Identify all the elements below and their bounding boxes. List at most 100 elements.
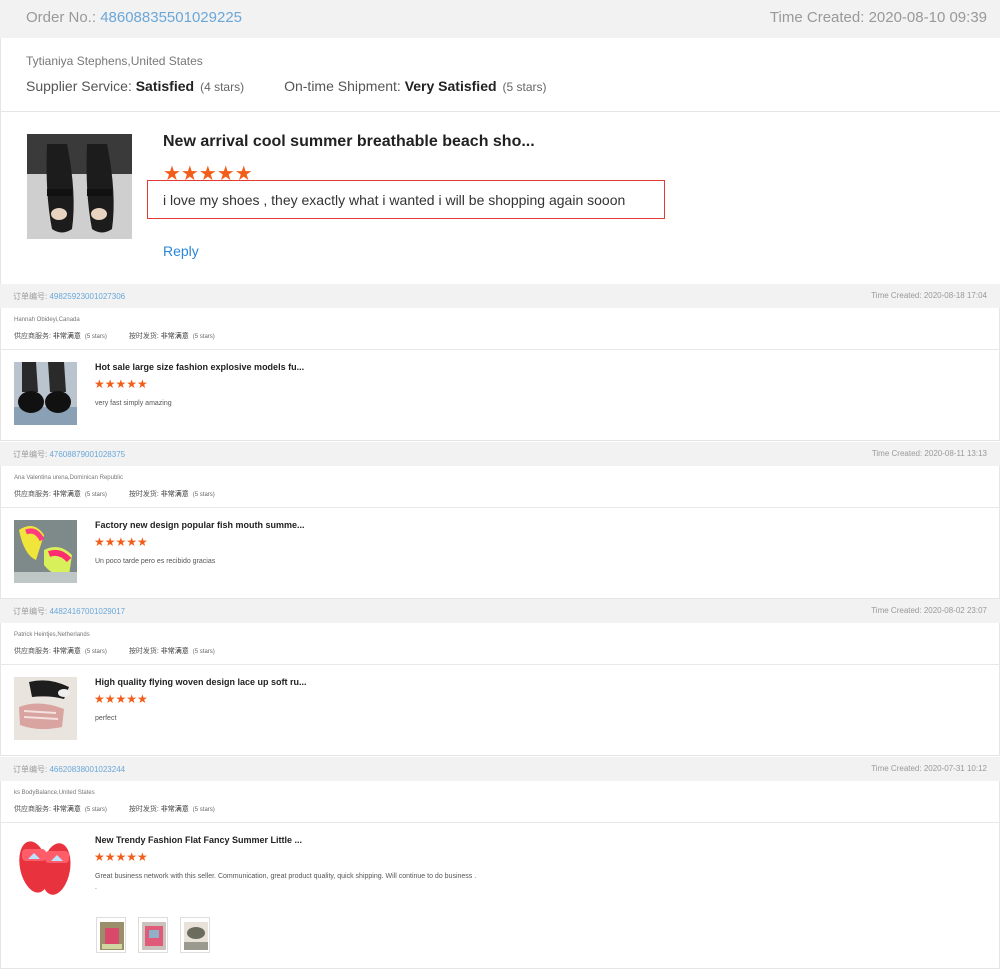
order-label: 订单编号: (13, 292, 50, 301)
product-title[interactable]: New arrival cool summer breathable beach… (163, 133, 535, 151)
shipment-value: Very Satisfied (404, 78, 497, 94)
review-header: 订单编号: 44824167001029017 Time Created: 20… (0, 599, 1000, 623)
review-card: 订单编号: 46620838001023244 Time Created: 20… (0, 757, 1000, 969)
review-comment-highlight: i love my shoes , they exactly what i wa… (147, 180, 665, 219)
time-created: Time Created: 2020-08-18 17:04 (871, 291, 987, 300)
review-card: 订单编号: 47608879001028375 Time Created: 20… (0, 442, 1000, 599)
supplier-service-value: 非常满意 (52, 806, 81, 813)
shipment-label: 按时发货: (128, 333, 161, 340)
order-number-row: 订单编号: 49825923001027306 (13, 291, 125, 302)
order-label: Order No.: (26, 9, 101, 26)
review-header: 订单编号: 46620838001023244 Time Created: 20… (0, 757, 1000, 781)
supplier-service-stars: (5 stars) (84, 807, 107, 813)
rating-stars: ★★★★★ (94, 535, 148, 549)
product-title[interactable]: Hot sale large size fashion explosive mo… (95, 362, 304, 372)
shipment-label: 按时发货: (128, 491, 161, 498)
product-title[interactable]: Factory new design popular fish mouth su… (95, 520, 305, 530)
shipment-label: 按时发货: (128, 806, 161, 813)
shipment-stars: (5 stars) (502, 80, 547, 94)
supplier-service-stars: (5 stars) (84, 492, 107, 498)
supplier-service-label: 供应商服务: (14, 333, 53, 340)
review-body: Factory new design popular fish mouth su… (0, 508, 1000, 599)
buyer-info: Ana Valentina urena,Dominican Republic 供… (0, 466, 1000, 508)
supplier-service-label: 供应商服务: (14, 648, 53, 655)
supplier-service-stars: (5 stars) (84, 649, 107, 655)
rating-stars: ★★★★★ (94, 692, 148, 706)
product-image[interactable] (14, 835, 77, 898)
supplier-service-value: 非常满意 (52, 333, 81, 340)
review-comment-extra: . (95, 884, 97, 891)
supplier-service-value: Satisfied (135, 78, 195, 94)
shipment-label: 按时发货: (128, 648, 161, 655)
service-ratings: Supplier Service: Satisfied (4 stars) On-t… (26, 78, 547, 94)
shipment-label: On-time Shipment: (284, 78, 405, 94)
supplier-service-label: 供应商服务: (14, 491, 53, 498)
buyer-name: ks BodyBalance,United States (14, 790, 95, 796)
review-comment: very fast simply amazing (95, 400, 172, 407)
review-photo-thumb[interactable] (180, 917, 210, 953)
order-number-link[interactable]: 47608879001028375 (49, 450, 125, 459)
rating-stars: ★★★★★ (94, 377, 148, 391)
product-image[interactable] (14, 677, 77, 740)
order-label: 订单编号: (13, 607, 50, 616)
shipment-stars: (5 stars) (192, 807, 215, 813)
supplier-service-label: 供应商服务: (14, 806, 53, 813)
rating-stars: ★★★★★ (94, 850, 148, 864)
order-number-link[interactable]: 46620838001023244 (49, 765, 125, 774)
review-body: High quality flying woven design lace up… (0, 665, 1000, 756)
reply-link[interactable]: Reply (163, 243, 199, 259)
review-header: Order No.: 48608835501029225 Time Create… (0, 0, 1000, 38)
order-label: 订单编号: (13, 450, 50, 459)
buyer-info: Patrick Heintjes,Netherlands 供应商服务: 非常满意… (0, 623, 1000, 665)
buyer-info: Tytianiya Stephens,United States Supplie… (0, 38, 1000, 112)
time-created: Time Created: 2020-07-31 10:12 (871, 764, 987, 773)
order-number-link[interactable]: 48608835501029225 (100, 9, 242, 26)
review-photo-thumb[interactable] (138, 917, 168, 953)
review-body: Hot sale large size fashion explosive mo… (0, 350, 1000, 441)
service-ratings: 供应商服务: 非常满意 (5 stars) 按时发货: 非常满意 (5 stars) (14, 489, 215, 499)
review-photo-thumb[interactable] (96, 917, 126, 953)
review-comment-text: Great business network with this seller.… (95, 873, 477, 880)
review-body: New arrival cool summer breathable beach… (0, 112, 1000, 284)
service-ratings: 供应商服务: 非常满意 (5 stars) 按时发货: 非常满意 (5 stars) (14, 804, 215, 814)
order-number-link[interactable]: 49825923001027306 (49, 292, 125, 301)
order-number-row: 订单编号: 44824167001029017 (13, 606, 125, 617)
shipment-stars: (5 stars) (192, 649, 215, 655)
review-card: 订单编号: 44824167001029017 Time Created: 20… (0, 599, 1000, 756)
buyer-name: Patrick Heintjes,Netherlands (14, 632, 90, 638)
review-header: 订单编号: 49825923001027306 Time Created: 20… (0, 284, 1000, 308)
time-created: Time Created: 2020-08-11 13:13 (871, 449, 987, 458)
product-image[interactable] (14, 520, 77, 583)
supplier-service-value: 非常满意 (52, 648, 81, 655)
order-number-row: 订单编号: 46620838001023244 (13, 764, 125, 775)
review-body: New Trendy Fashion Flat Fancy Summer Lit… (0, 823, 1000, 969)
buyer-name: Ana Valentina urena,Dominican Republic (14, 475, 123, 481)
review-card-main: Order No.: 48608835501029225 Time Create… (0, 0, 1000, 284)
product-title[interactable]: High quality flying woven design lace up… (95, 677, 307, 687)
shipment-stars: (5 stars) (192, 334, 215, 340)
review-comment: perfect (95, 715, 117, 722)
review-card: 订单编号: 49825923001027306 Time Created: 20… (0, 284, 1000, 441)
order-number-row: Order No.: 48608835501029225 (26, 9, 242, 26)
product-image[interactable] (27, 134, 132, 239)
service-ratings: 供应商服务: 非常满意 (5 stars) 按时发货: 非常满意 (5 stars) (14, 646, 215, 656)
review-comment: i love my shoes , they exactly what i wa… (163, 192, 626, 208)
buyer-info: ks BodyBalance,United States 供应商服务: 非常满意… (0, 781, 1000, 823)
supplier-service-stars: (5 stars) (84, 334, 107, 340)
review-comment: Un poco tarde pero es recibido gracias (95, 558, 216, 565)
product-image[interactable] (14, 362, 77, 425)
supplier-service-label: Supplier Service: (26, 78, 136, 94)
time-created: Time Created: 2020-08-10 09:39 (769, 9, 987, 26)
buyer-info: Hannah Obideyi,Canada 供应商服务: 非常满意 (5 star… (0, 308, 1000, 350)
supplier-service-value: 非常满意 (52, 491, 81, 498)
shipment-value: 非常满意 (160, 333, 189, 340)
shipment-value: 非常满意 (160, 491, 189, 498)
buyer-name: Hannah Obideyi,Canada (14, 317, 80, 323)
buyer-name: Tytianiya Stephens,United States (26, 54, 203, 68)
service-ratings: 供应商服务: 非常满意 (5 stars) 按时发货: 非常满意 (5 stars) (14, 331, 215, 341)
shipment-value: 非常满意 (160, 648, 189, 655)
product-title[interactable]: New Trendy Fashion Flat Fancy Summer Lit… (95, 835, 302, 845)
order-number-link[interactable]: 44824167001029017 (49, 607, 125, 616)
order-label: 订单编号: (13, 765, 50, 774)
shipment-value: 非常满意 (160, 806, 189, 813)
